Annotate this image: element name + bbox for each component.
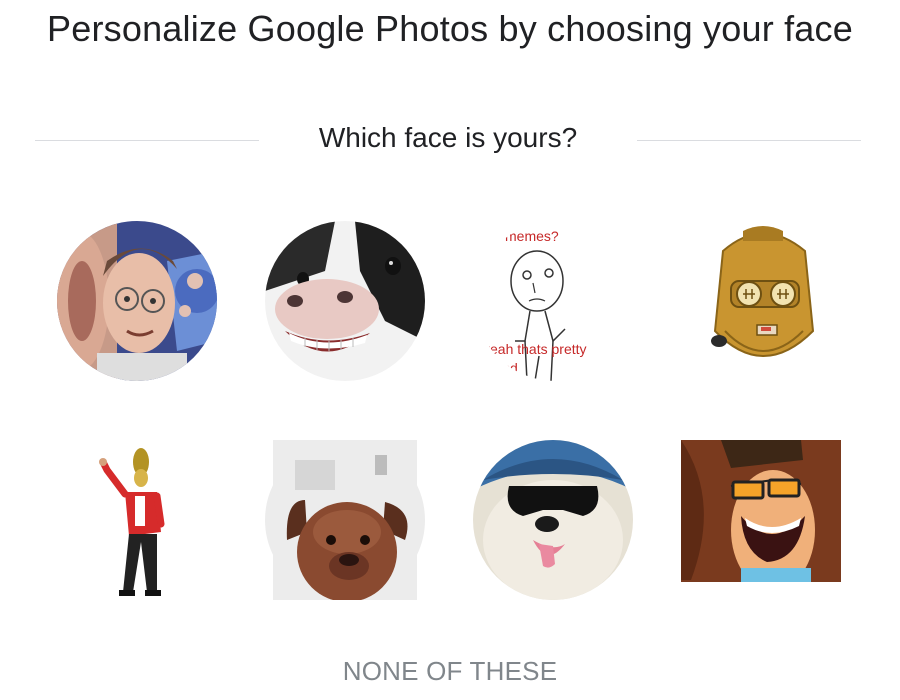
distorted-man-face-icon — [57, 221, 217, 381]
cartoon-man-with-glasses-laughing-icon — [681, 440, 841, 582]
gold-robot-face-icon — [683, 221, 843, 381]
face-option-4[interactable] — [683, 221, 843, 381]
smiling-cow-face-icon — [265, 221, 425, 381]
question-row: Which face is yours? — [35, 118, 861, 162]
page-title: Personalize Google Photos by choosing yo… — [47, 8, 853, 49]
face-option-7[interactable] — [473, 440, 633, 600]
none-of-these-button[interactable]: NONE OF THESE — [0, 656, 900, 687]
brown-dog-face-icon — [265, 440, 425, 600]
face-option-5[interactable] — [57, 440, 217, 600]
dog-with-sunglasses-face-icon — [473, 440, 633, 600]
meme-text-middle: yeah thats pretty — [483, 341, 587, 357]
face-option-3[interactable]: memes? yeah thats pretty cd — [475, 221, 635, 381]
question-heading: Which face is yours? — [318, 122, 578, 153]
meme-text-bottom: cd — [503, 360, 518, 376]
face-option-1[interactable] — [57, 221, 217, 381]
face-option-8[interactable] — [681, 440, 841, 600]
face-option-2[interactable] — [265, 221, 425, 381]
face-option-6[interactable] — [265, 440, 425, 600]
face-picker-page: Personalize Google Photos by choosing yo… — [0, 0, 900, 700]
meme-drawing-face-icon: memes? yeah thats pretty cd — [475, 221, 635, 381]
divider-right — [637, 140, 861, 141]
dancing-person-in-red-jacket-icon — [57, 440, 217, 600]
meme-text-top: memes? — [505, 228, 559, 244]
none-of-these-label: NONE OF THESE — [342, 656, 558, 686]
